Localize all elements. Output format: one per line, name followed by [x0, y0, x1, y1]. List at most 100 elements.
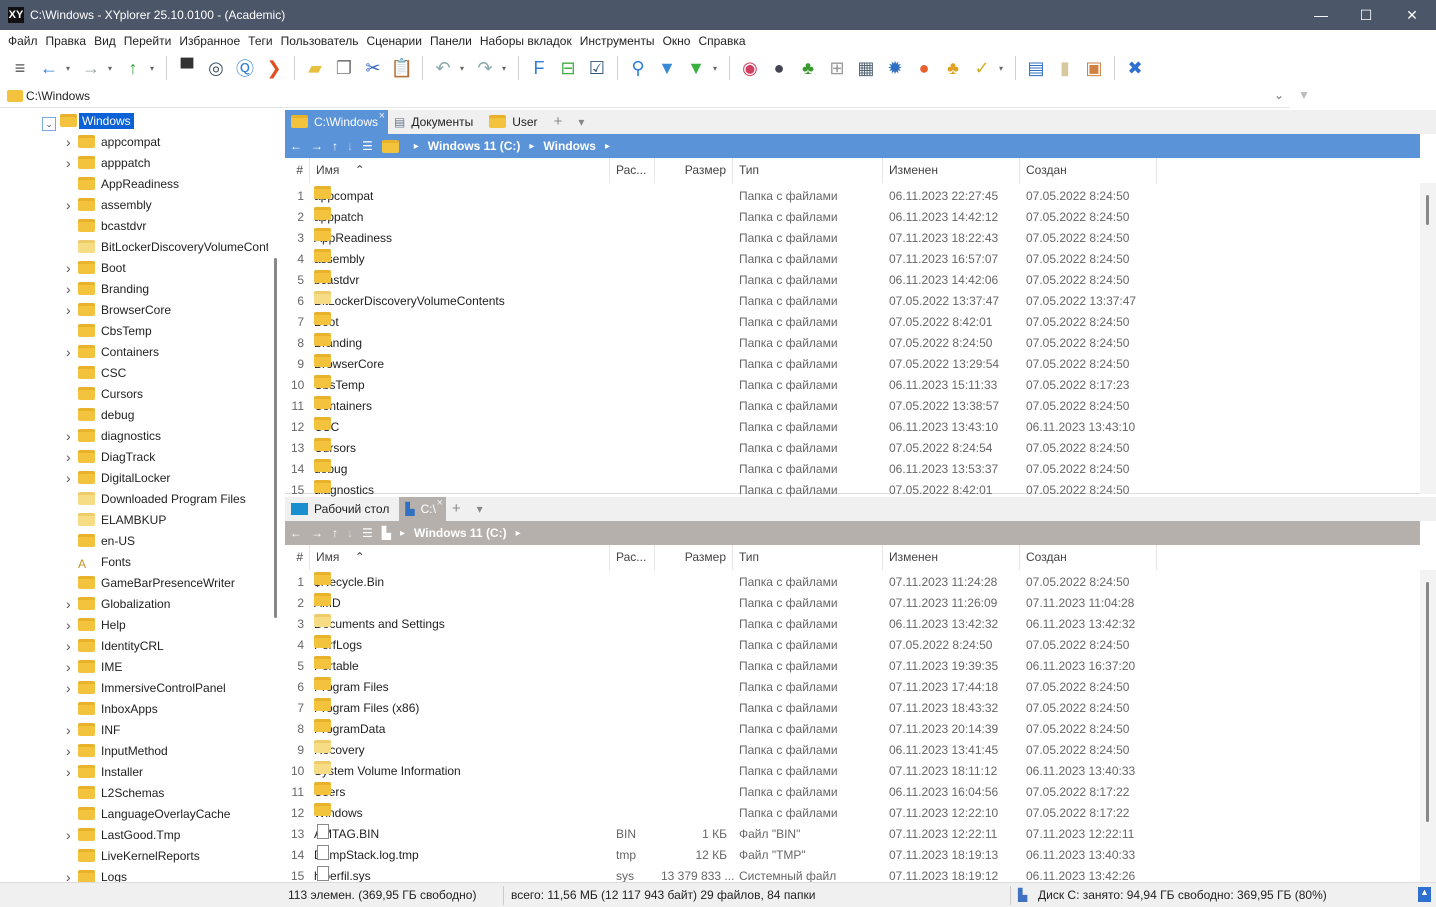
expand-chevron-icon[interactable]: › [66, 825, 76, 846]
tree-item[interactable]: › INF [66, 720, 120, 741]
thumbnails-button[interactable]: ▦ [854, 56, 878, 80]
tab-list-dropdown-icon[interactable]: ▾ [471, 497, 493, 521]
column-name[interactable]: Имя ⌃ [310, 158, 610, 183]
file-row[interactable]: 10 System Volume Information Папка с файла… [285, 761, 1420, 782]
filter-button[interactable]: ▼ [655, 56, 679, 80]
column-num[interactable]: # [285, 158, 310, 183]
menu-item[interactable]: Справка [698, 30, 752, 52]
menu-item[interactable]: Перейти [124, 30, 179, 52]
goto-button[interactable]: ❯ [262, 56, 286, 80]
tab-close-icon[interactable]: × [379, 104, 385, 128]
column-name[interactable]: Имя ⌃ [310, 545, 610, 570]
tree-item[interactable]: AppReadiness [66, 174, 179, 195]
dropdown-arrow-icon[interactable]: ▾ [502, 64, 510, 73]
file-row[interactable]: 8 ProgramData Папка с файлами 07.11.2023 20… [285, 719, 1420, 740]
collapse-icon[interactable]: ⌄ [42, 117, 56, 131]
expand-chevron-icon[interactable]: › [66, 720, 76, 741]
paint-roller-button[interactable]: ✓ [970, 56, 994, 80]
expand-chevron-icon[interactable]: › [66, 447, 76, 468]
column-size[interactable]: Размер [655, 545, 733, 570]
search-circle-button[interactable]: Ⓠ [233, 56, 257, 80]
tools-button[interactable]: ✖ [1123, 56, 1147, 80]
grid-button[interactable]: ⊞ [825, 56, 849, 80]
checkbox-button[interactable]: ☑ [585, 56, 609, 80]
down-icon[interactable]: ↓ [347, 526, 353, 540]
file-row[interactable]: 4 assembly Папка с файлами 07.11.2023 16:57… [285, 249, 1420, 270]
vertical-scrollbar[interactable] [1420, 570, 1436, 882]
dropdown-arrow-icon[interactable]: ▾ [108, 64, 116, 73]
close-button[interactable]: ✕ [1397, 4, 1427, 26]
breadcrumb-separator-icon[interactable]: ▸ [400, 528, 405, 539]
expand-chevron-icon[interactable]: › [66, 195, 76, 216]
tree-item[interactable]: InboxApps [66, 699, 158, 720]
expand-chevron-icon[interactable]: › [66, 762, 76, 783]
file-row[interactable]: 3 Documents and Settings Папка с файлами 06… [285, 614, 1420, 635]
file-row[interactable]: 11 Containers Папка с файлами 07.05.2022 13… [285, 396, 1420, 417]
column-created[interactable]: Создан [1020, 158, 1157, 183]
tab-close-icon[interactable]: × [436, 491, 442, 515]
tree-item[interactable]: › apppatch [66, 153, 150, 174]
colors-button[interactable]: ♣ [941, 56, 965, 80]
dual-pane-button[interactable]: ▤ [1024, 56, 1048, 80]
tree-item[interactable]: Downloaded Program Files [66, 489, 246, 510]
file-row[interactable]: 9 Recovery Папка с файлами 06.11.2023 13:41… [285, 740, 1420, 761]
tree-item[interactable]: LiveKernelReports [66, 846, 200, 867]
up-icon[interactable]: ↑ [332, 526, 338, 540]
down-icon[interactable]: ↓ [347, 139, 353, 153]
drive-icon[interactable]: ▙ [382, 526, 391, 540]
menu-item[interactable]: Правка [46, 30, 94, 52]
menu-icon[interactable]: ☰ [362, 139, 373, 153]
column-ext[interactable]: Рас... [610, 545, 655, 570]
find-files-button[interactable]: F [527, 56, 551, 80]
file-row[interactable]: 4 PerfLogs Папка с файлами 07.05.2022 8:24:… [285, 635, 1420, 656]
tree-item[interactable]: › IME [66, 657, 122, 678]
target-button[interactable]: ◎ [204, 56, 228, 80]
tree-item[interactable]: › Help [66, 615, 126, 636]
menu-item[interactable]: Пользователь [281, 30, 366, 52]
undo-button[interactable]: ↶ [431, 56, 455, 80]
forward-icon[interactable]: → [311, 526, 323, 540]
expand-chevron-icon[interactable]: › [66, 678, 76, 699]
new-folder-button[interactable]: ▰ [303, 56, 327, 80]
file-row[interactable]: 14 DumpStack.log.tmp tmp 12 КБ Файл "TMP" 07.… [285, 845, 1420, 866]
file-row[interactable]: 5 bcastdvr Папка с файлами 06.11.2023 14:42… [285, 270, 1420, 291]
tree-item-root[interactable]: ⌄ Windows [42, 111, 134, 132]
file-row[interactable]: 2 AMD Папка с файлами 07.11.2023 11:26:09 07… [285, 593, 1420, 614]
expand-chevron-icon[interactable]: › [66, 279, 76, 300]
forward-icon[interactable]: → [311, 139, 323, 153]
spiral-button[interactable]: ◉ [738, 56, 762, 80]
menu-item[interactable]: Инструменты [580, 30, 662, 52]
tree-item[interactable]: en-US [66, 531, 135, 552]
file-row[interactable]: 3 AppReadiness Папка с файлами 07.11.2023 1… [285, 228, 1420, 249]
expand-chevron-icon[interactable]: › [66, 594, 76, 615]
address-bar[interactable]: C:\Windows ⌄ [0, 84, 1290, 108]
file-row[interactable]: 13 Cursors Папка с файлами 07.05.2022 8:24:… [285, 438, 1420, 459]
file-row[interactable]: 6 BitLockerDiscoveryVolumeContents Папка с… [285, 291, 1420, 312]
dropdown-arrow-icon[interactable]: ▾ [713, 64, 721, 73]
menu-button[interactable]: ≡ [8, 56, 32, 80]
tree-item[interactable]: › Globalization [66, 594, 170, 615]
tree-item[interactable]: › Branding [66, 279, 149, 300]
file-row[interactable]: 12 CSC Папка с файлами 06.11.2023 13:43:10 0… [285, 417, 1420, 438]
menu-item[interactable]: Панели [430, 30, 479, 52]
tab[interactable]: ▙ C:\ × [399, 497, 446, 521]
breadcrumb-separator-icon[interactable]: ▸ [516, 528, 521, 539]
breadcrumb-item[interactable]: Windows [543, 139, 596, 153]
tree-item[interactable]: › BrowserCore [66, 300, 171, 321]
file-row[interactable]: 10 CbsTemp Папка с файлами 06.11.2023 15:11… [285, 375, 1420, 396]
tree-item[interactable]: GameBarPresenceWriter [66, 573, 235, 594]
file-row[interactable]: 12 Windows Папка с файлами 07.11.2023 12:22… [285, 803, 1420, 824]
tree-button[interactable]: ♣ [796, 56, 820, 80]
menu-item[interactable]: Сценарии [366, 30, 428, 52]
dropdown-arrow-icon[interactable]: ▾ [460, 64, 468, 73]
scrollbar-thumb[interactable] [1426, 582, 1429, 822]
back-arrow-button[interactable]: ← [37, 56, 61, 80]
badge-button[interactable]: ✹ [883, 56, 907, 80]
file-row[interactable]: 11 Users Папка с файлами 06.11.2023 16:04:5… [285, 782, 1420, 803]
minimize-button[interactable]: — [1306, 4, 1336, 26]
expand-chevron-icon[interactable]: › [66, 153, 76, 174]
tree-item[interactable]: CbsTemp [66, 321, 152, 342]
dropdown-arrow-icon[interactable]: ▾ [66, 64, 74, 73]
moon-button[interactable]: ● [767, 56, 791, 80]
menu-icon[interactable]: ☰ [362, 526, 373, 540]
